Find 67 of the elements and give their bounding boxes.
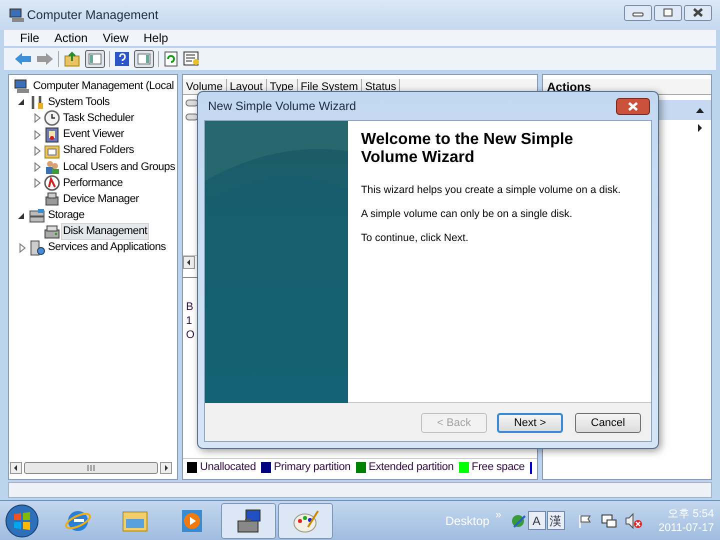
legend-label: Primary partition: [274, 460, 351, 476]
wizard-button[interactable]: Cancel: [575, 413, 641, 433]
start-button[interactable]: [4, 502, 40, 538]
show-hide-action-pane-icon[interactable]: [134, 50, 154, 68]
tree-item[interactable]: Device Manager: [61, 190, 141, 208]
disk-drive-icon: [44, 224, 60, 240]
tree-item[interactable]: Event Viewer: [61, 126, 126, 144]
collapse-arrow-icon[interactable]: [695, 106, 705, 114]
refresh-icon[interactable]: [163, 51, 179, 67]
scrollbar-thumb[interactable]: [24, 462, 158, 474]
tree-item[interactable]: Services and Applications: [46, 239, 168, 256]
forward-arrow-icon[interactable]: [36, 51, 54, 67]
clock-icon: [44, 110, 60, 126]
shared-folder-icon: [44, 142, 60, 159]
properties-icon[interactable]: [183, 51, 201, 67]
tree-item[interactable]: Local Users and Groups: [61, 158, 177, 176]
computer-toolbox-icon: [234, 506, 262, 534]
tree-item[interactable]: Computer Management (Local: [31, 78, 176, 95]
scroll-right-button[interactable]: [160, 462, 172, 474]
maximize-button[interactable]: [654, 5, 682, 21]
submenu-arrow-icon[interactable]: [697, 123, 703, 133]
wizard-button[interactable]: Next >: [497, 413, 563, 433]
storage-icon: [29, 208, 45, 224]
taskbar-button[interactable]: [221, 502, 276, 538]
menu-item[interactable]: File: [20, 29, 40, 47]
ime-mode-button[interactable]: A: [528, 511, 546, 530]
back-arrow-icon[interactable]: [14, 51, 32, 67]
dialog-title: New Simple Volume Wizard: [208, 98, 356, 115]
window-title: Computer Management: [27, 6, 158, 24]
tree-item[interactable]: Task Scheduler: [61, 110, 136, 127]
wizard-heading: Welcome to the New Simple Volume Wizard: [361, 131, 574, 167]
wizard-text: This wizard helps you create a simple volume on a disk.: [361, 184, 622, 196]
disk-info-text: 1: [186, 314, 192, 328]
legend-label: Extended partition: [368, 460, 454, 476]
tree-item[interactable]: Performance: [61, 174, 125, 192]
scroll-left-button[interactable]: [183, 256, 195, 269]
ime-mode-button[interactable]: 漢: [546, 511, 565, 530]
up-folder-icon[interactable]: [63, 51, 81, 67]
show-hide-tree-icon[interactable]: [85, 50, 105, 68]
wizard-text: To continue, click Next.: [361, 232, 470, 244]
legend-label: Unallocated: [200, 460, 256, 476]
tree-item[interactable]: Storage: [46, 207, 86, 224]
close-button[interactable]: [684, 5, 712, 21]
log-book-icon: [44, 126, 60, 143]
disk-info-text: O: [186, 328, 195, 342]
device-icon: [44, 191, 60, 208]
computer-icon: [9, 7, 25, 23]
wizard-text: A simple volume can only be on a single disk.: [361, 208, 574, 220]
speaker-muted-icon[interactable]: [624, 512, 643, 528]
gauge-icon: [44, 175, 60, 192]
flag-icon[interactable]: [576, 512, 593, 528]
services-icon: [29, 240, 45, 256]
users-icon: [44, 159, 60, 176]
close-button[interactable]: [616, 98, 650, 114]
menu-item[interactable]: View: [102, 29, 128, 47]
disk-info-text: B: [186, 300, 194, 314]
tree-item[interactable]: System Tools: [46, 94, 112, 111]
minimize-button[interactable]: [624, 5, 652, 21]
menu-item[interactable]: Action: [54, 29, 88, 47]
menu-item[interactable]: Help: [144, 29, 168, 47]
computer-icon: [14, 78, 30, 94]
scroll-left-button[interactable]: [10, 462, 22, 474]
tree-item[interactable]: Shared Folders: [61, 142, 136, 160]
network-icon[interactable]: [600, 512, 617, 528]
legend-label: Free space: [472, 460, 525, 476]
tree-item[interactable]: Disk Management: [61, 223, 150, 240]
help-icon[interactable]: [114, 51, 130, 67]
